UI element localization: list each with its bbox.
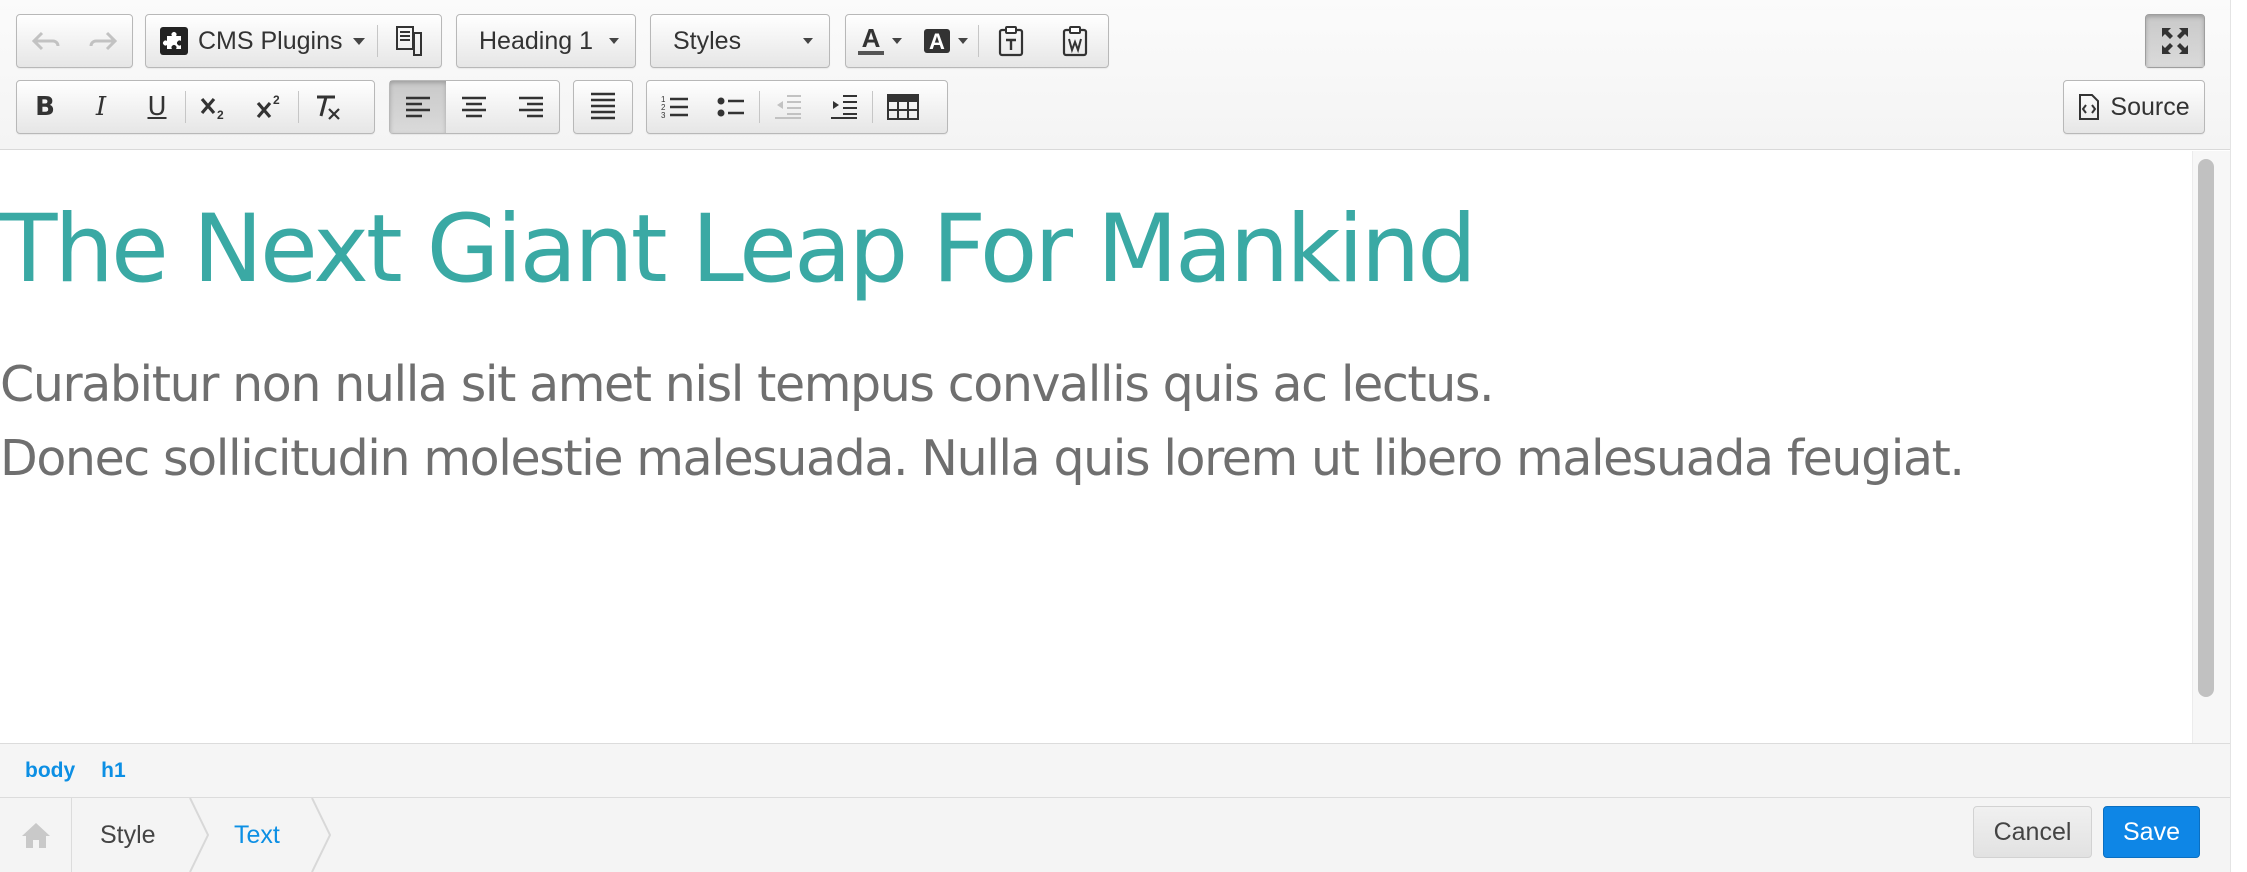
maximize-group (2145, 14, 2205, 68)
format-dropdown[interactable]: Heading 1 (457, 15, 635, 67)
bottom-bar: Style Text Cancel Save (0, 798, 2230, 872)
subscript-icon: 2 (200, 97, 224, 121)
breadcrumb-separator-icon (311, 798, 332, 872)
undo-button[interactable] (17, 15, 75, 67)
format-value: Heading 1 (479, 26, 593, 55)
undo-redo-group (16, 14, 133, 68)
subscript-button[interactable]: 2 (186, 81, 242, 133)
source-label: Source (2110, 92, 2190, 121)
path-item-body[interactable]: body (25, 759, 75, 783)
svg-text:A: A (929, 29, 945, 54)
redo-arrow-icon (89, 31, 118, 51)
color-paste-group: A A (845, 14, 1109, 68)
paragraph-line-2[interactable]: Donec sollicitudin molestie malesuada. N… (0, 434, 1965, 483)
bulleted-list-button[interactable] (703, 81, 759, 133)
text-color-icon: A (858, 25, 884, 55)
breadcrumb-item-style[interactable]: Style (100, 798, 156, 872)
window-edge (2230, 0, 2247, 872)
breadcrumb-style-label: Style (100, 820, 156, 849)
paste-text-icon (998, 26, 1024, 57)
scrollbar-thumb[interactable] (2198, 159, 2214, 697)
redo-button[interactable] (75, 15, 133, 67)
justify-group (573, 80, 633, 134)
alignment-group (389, 80, 560, 134)
home-icon (21, 823, 50, 848)
source-code-icon (2079, 94, 2100, 120)
superscript-icon: 2 (256, 93, 280, 119)
path-item-h1[interactable]: h1 (101, 759, 126, 783)
remove-format-icon (317, 95, 340, 120)
cms-plugins-dropdown[interactable]: CMS Plugins (146, 15, 377, 67)
breadcrumb-item-text[interactable]: Text (234, 798, 280, 872)
cms-plugins-label: CMS Plugins (198, 26, 343, 55)
svg-text:2: 2 (217, 108, 224, 121)
chevron-down-icon (803, 38, 813, 44)
italic-button[interactable]: I (73, 81, 129, 133)
align-right-button[interactable] (503, 81, 559, 133)
chevron-down-icon (609, 38, 619, 44)
text-color-button[interactable]: A (846, 15, 912, 67)
chevron-down-icon (892, 38, 902, 44)
editing-area[interactable]: The Next Giant Leap For Mankind Curabitu… (0, 151, 2192, 743)
underline-icon: U (147, 92, 167, 122)
text-plugin-editor-window: CMS Plugins Heading 1 Styles A A B I U 2… (0, 0, 2247, 872)
paragraph-line-1[interactable]: Curabitur non nulla sit amet nisl tempus… (0, 360, 1495, 409)
italic-icon: I (95, 92, 107, 122)
table-button[interactable] (873, 81, 933, 133)
numbered-list-button[interactable]: 1 2 3 (647, 81, 703, 133)
format-combo[interactable]: Heading 1 (456, 14, 636, 68)
align-left-icon (406, 96, 431, 118)
align-left-button[interactable] (390, 81, 447, 133)
templates-button[interactable] (378, 15, 440, 67)
paste-from-word-button[interactable] (1043, 15, 1107, 67)
justify-button[interactable] (574, 81, 632, 133)
styles-combo[interactable]: Styles (650, 14, 830, 68)
breadcrumb-separator-icon (189, 798, 210, 872)
svg-text:2: 2 (273, 93, 280, 107)
bold-icon: B (35, 92, 55, 122)
chevron-down-icon (958, 38, 968, 44)
plugins-group: CMS Plugins (145, 14, 442, 68)
outdent-button[interactable] (760, 81, 816, 133)
align-center-icon (462, 96, 487, 118)
chevron-down-icon (352, 37, 365, 45)
indent-button[interactable] (816, 81, 872, 133)
maximize-icon (2162, 28, 2188, 54)
breadcrumb-text-label: Text (234, 820, 280, 849)
outdent-icon (775, 95, 801, 119)
source-group: Source (2063, 80, 2205, 134)
maximize-button[interactable] (2146, 15, 2204, 67)
save-button[interactable]: Save (2103, 806, 2200, 858)
cancel-button[interactable]: Cancel (1973, 806, 2092, 858)
source-button[interactable]: Source (2064, 81, 2204, 133)
basic-styles-group: B I U 2 2 (16, 80, 375, 134)
element-path-bar: body h1 (0, 743, 2230, 798)
bulleted-list-icon (717, 97, 744, 117)
svg-text:A: A (862, 25, 881, 53)
indent-icon (831, 95, 857, 119)
template-icon (396, 26, 422, 56)
paste-word-icon (1062, 26, 1088, 57)
underline-button[interactable]: U (129, 81, 185, 133)
puzzle-icon (160, 27, 188, 55)
svg-text:3: 3 (661, 111, 666, 120)
background-color-button[interactable]: A (912, 15, 978, 67)
styles-dropdown[interactable]: Styles (651, 15, 829, 67)
list-indent-table-group: 1 2 3 (646, 80, 948, 134)
styles-value: Styles (673, 26, 742, 55)
undo-arrow-icon (31, 31, 60, 51)
numbered-list-icon: 1 2 3 (661, 95, 688, 120)
content-heading[interactable]: The Next Giant Leap For Mankind (0, 203, 1477, 297)
align-right-icon (518, 96, 543, 118)
align-center-button[interactable] (446, 81, 502, 133)
paste-as-text-button[interactable] (979, 15, 1043, 67)
bold-button[interactable]: B (17, 81, 73, 133)
superscript-button[interactable]: 2 (242, 81, 298, 133)
editor-toolbar: CMS Plugins Heading 1 Styles A A B I U 2… (0, 0, 2230, 150)
background-color-icon: A (924, 29, 950, 54)
remove-format-button[interactable] (299, 81, 355, 133)
justify-icon (591, 92, 615, 120)
breadcrumb-home[interactable] (0, 798, 72, 872)
table-icon (887, 94, 919, 120)
